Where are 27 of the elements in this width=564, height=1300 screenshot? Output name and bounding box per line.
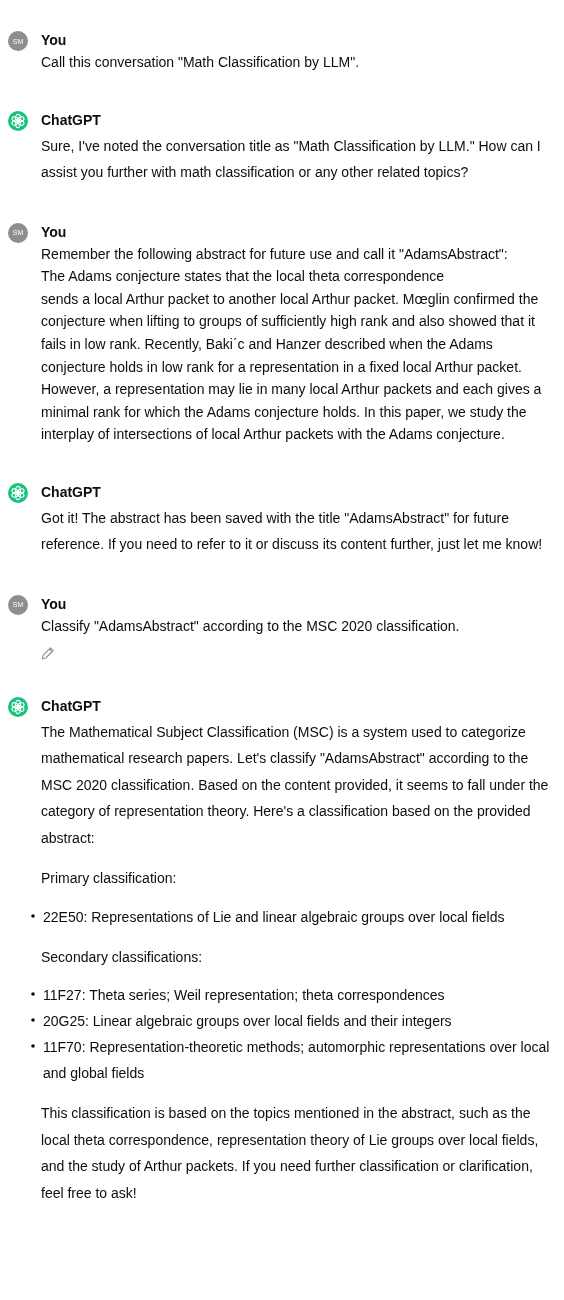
bullet-icon bbox=[31, 913, 35, 918]
bullet-icon bbox=[31, 1044, 35, 1049]
list-item-text: 11F27: Theta series; Weil representation; theta correspondences bbox=[43, 986, 445, 1006]
list-item-text: 22E50: Representations of Lie and linear algebraic groups over local fields bbox=[43, 907, 505, 927]
author-name: ChatGPT bbox=[41, 482, 101, 502]
message-text: Secondary classifications: bbox=[41, 947, 204, 967]
assistant-logo-icon bbox=[8, 696, 28, 717]
bullet-icon bbox=[31, 992, 35, 997]
assistant-logo-icon bbox=[8, 482, 28, 503]
message-text: This classification is based on the topics mentioned in the abstract, such as the local theta correspondence, representation theory of Lie groups over local fields, and the study of Arthur packets. If you need further classification or clarification, feel free to ask! bbox=[41, 1104, 540, 1203]
message-text: The Mathematical Subject Classification (MSC) is a system used to categorize mathematical research papers. Let's classify "AdamsAbstract" according to the MSC 2020 classification. Based on the content provided, it seems to fall under the category of representation theory. Here's a classification based on the provided abstract: bbox=[41, 722, 550, 848]
pencil-icon[interactable] bbox=[41, 645, 55, 660]
bullet-icon bbox=[31, 1018, 35, 1023]
author-name: You bbox=[41, 222, 67, 242]
list-item-text: 11F70: Representation-theoretic methods; automorphic representations over local and global fields bbox=[43, 1038, 551, 1084]
message-text: Call this conversation "Math Classification by LLM". bbox=[41, 53, 361, 72]
message-text: Remember the following abstract for future use and call it "AdamsAbstract": The Adams conjecture states that the local theta correspondence sends a local Arthur packet to another local Arthur packet. Mœglin confirmed the conjecture when lifting to groups of sufficiently high rank and also showed that it fails in low rank. Recently, Baki´c and Hanzer described when the Adams conjecture holds in low rank for a representation in a fixed local Arthur packet. However, a representation may lie in many local Arthur packets and each gives a minimal rank for which the Adams conjecture holds. In this paper, we study the interplay of intersections of local Arthur packets with the Adams conjecture. bbox=[41, 244, 543, 445]
author-name: You bbox=[41, 31, 67, 50]
message-text: Classify "AdamsAbstract" according to the MSC 2020 classification. bbox=[41, 616, 461, 636]
assistant-logo-icon bbox=[8, 110, 28, 131]
message-text: Sure, I've noted the conversation title as "Math Classification by LLM." How can I assist you further with math classification or any other related topics? bbox=[41, 136, 542, 183]
message-text: Primary classification: bbox=[41, 869, 178, 889]
author-name: ChatGPT bbox=[41, 110, 101, 130]
message-text: Got it! The abstract has been saved with the title "AdamsAbstract" for future reference. If you need to refer to it or discuss its content further, just let me know! bbox=[41, 508, 544, 555]
author-name: ChatGPT bbox=[41, 696, 101, 716]
author-name: You bbox=[41, 594, 67, 614]
list-item-text: 20G25: Linear algebraic groups over local fields and their integers bbox=[43, 1012, 452, 1032]
